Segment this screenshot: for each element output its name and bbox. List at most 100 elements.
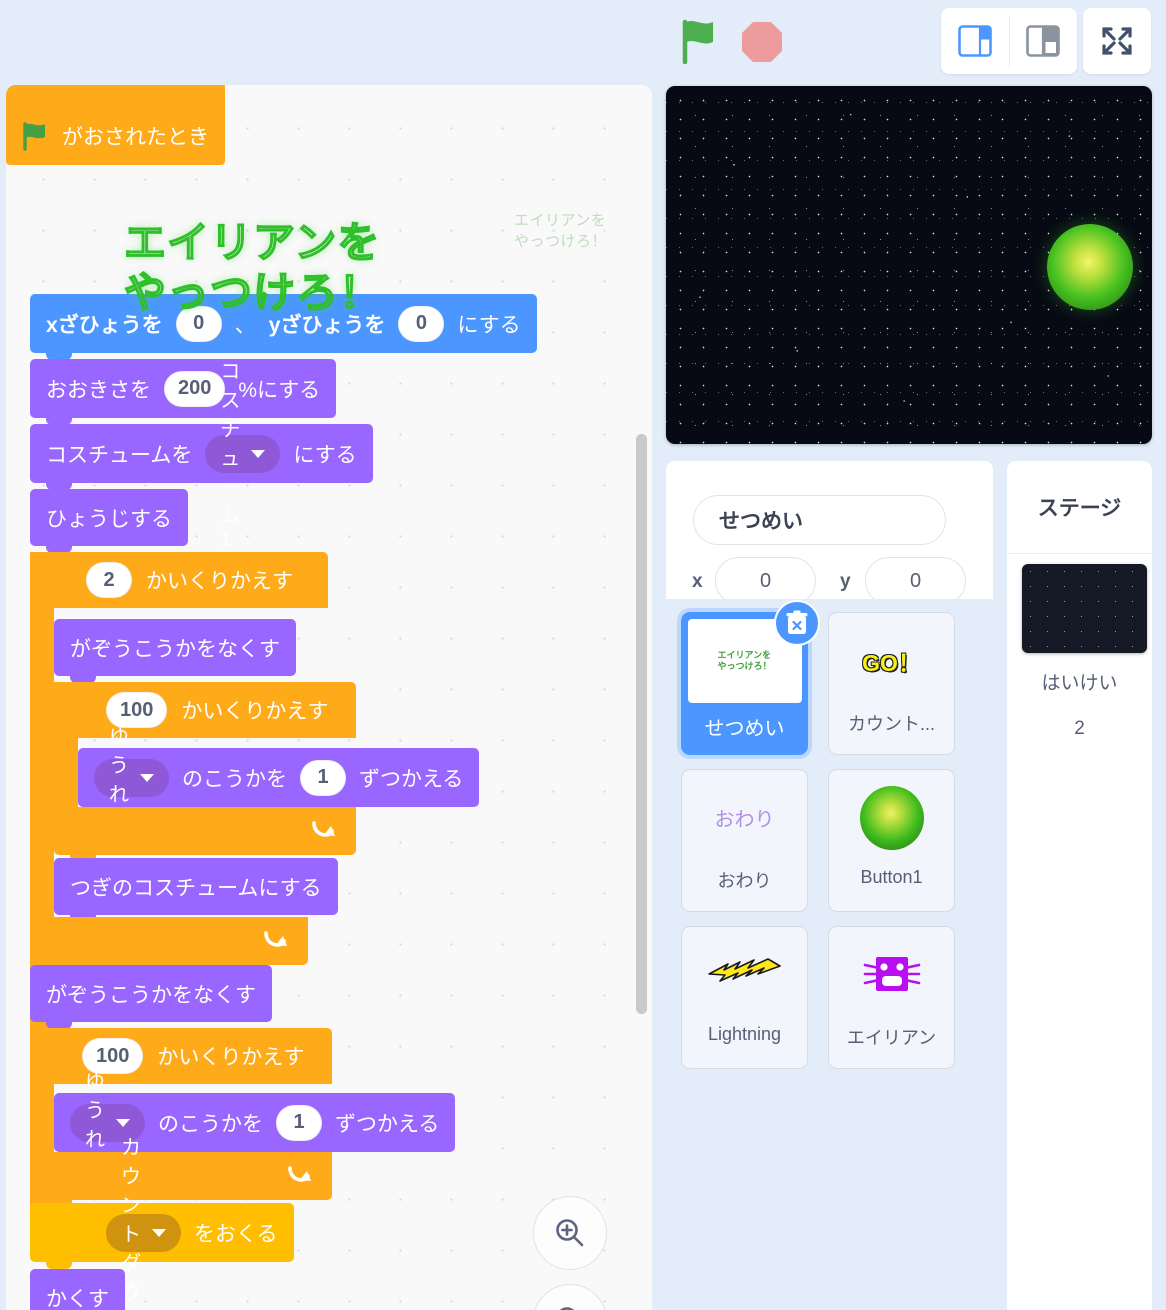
block-change-effect-1[interactable]: ゆうれい のこうかを 1 ずつかえる <box>78 726 480 835</box>
sprite-info-pane: せつめい x 0 y 0 <box>666 461 993 605</box>
stage-panel-title: ステージ <box>1007 461 1152 554</box>
block-script: がおされたとき xざひょうを 0 、 yざひょうを 0 にする おおきさを 20… <box>6 85 537 1310</box>
block-label-suffix: ずつかえる <box>335 1112 440 1136</box>
backdrop-thumbnail[interactable] <box>1022 564 1147 653</box>
block-label: かいくりかえす <box>146 570 293 593</box>
sprite-tile-lightning[interactable]: Lightning <box>681 926 808 1069</box>
backdrop-label: はいけい <box>1041 673 1118 694</box>
block-next-costume[interactable]: つぎのコスチュームにする <box>54 858 338 922</box>
block-label: がぞうこうかをなくす <box>70 637 280 661</box>
block-broadcast[interactable]: カウントダウン をおくる <box>30 1137 294 1304</box>
input-size-value[interactable]: 200 <box>164 370 226 407</box>
block-change-effect-2[interactable]: ゆうれい のこうかを 1 ずつかえる <box>54 1071 456 1180</box>
block-show[interactable]: ひょうじする <box>30 489 188 553</box>
stage-selector-panel: ステージ はいけい 2 <box>1007 461 1152 1310</box>
block-label-prefix: おおきさを <box>46 378 151 402</box>
sprite-list: エイリアンを やっつけろ！ せつめい GO！ カウント... おわり おわり B… <box>666 599 993 1310</box>
sprite-tile-setsumei[interactable]: エイリアンを やっつけろ！ せつめい <box>681 600 820 755</box>
sprite-name-input[interactable]: せつめい <box>693 495 946 545</box>
block-label: がおされたとき <box>62 126 209 149</box>
block-label-mid: のこうかを <box>182 767 287 791</box>
zoom-in-icon[interactable] <box>533 1196 607 1270</box>
sprite-thumbnail: GO！ <box>829 613 954 708</box>
sprite-thumbnail <box>829 770 954 865</box>
block-label: かいくりかえす <box>157 1046 305 1069</box>
input-y-value[interactable]: 0 <box>398 305 445 342</box>
dropdown-effect[interactable]: ゆうれい <box>94 726 169 835</box>
block-repeat-inner-2[interactable]: 100 かいくりかえす <box>30 1028 332 1084</box>
chevron-down-icon <box>152 1228 166 1237</box>
block-label-suffix: をおくる <box>194 1222 278 1246</box>
block-label: かいくりかえす <box>181 700 329 723</box>
workspace-vertical-scrollbar[interactable] <box>636 434 647 1014</box>
green-ball-icon <box>859 785 924 850</box>
block-label-mid: のこうかを <box>158 1112 263 1136</box>
block-label: かくす <box>46 1287 109 1310</box>
thumbnail-text: GO！ <box>862 649 921 676</box>
block-clear-effects-1[interactable]: がぞうこうかをなくす <box>54 619 296 683</box>
loop-arrow-icon <box>264 931 287 947</box>
sprite-panel: せつめい x 0 y 0 エイリアンを やっつけろ！ せつめい GO！ カウント… <box>666 461 993 1310</box>
chevron-down-icon <box>140 773 154 782</box>
block-label: ひょうじする <box>46 507 172 531</box>
backdrop-count: 2 <box>1074 718 1085 739</box>
sprite-tile-countdown[interactable]: GO！ カウント... <box>828 612 955 755</box>
block-repeat-inner-1-bottom[interactable] <box>54 807 356 862</box>
block-label-prefix: コスチュームを <box>46 443 193 467</box>
block-label: つぎのコスチュームにする <box>70 876 322 900</box>
y-coordinate-label: y <box>840 571 851 592</box>
block-repeat-outer-bottom[interactable] <box>30 917 308 972</box>
loop-arrow-icon <box>288 1166 311 1182</box>
sprite-name-label: Lightning <box>707 1024 782 1044</box>
green-flag-icon <box>23 122 45 151</box>
sprite-tile-button1[interactable]: Button1 <box>828 769 955 912</box>
x-coordinate-input[interactable]: 0 <box>715 557 816 605</box>
sprite-thumbnail <box>682 927 807 1022</box>
block-when-flag-clicked[interactable]: がおされたとき <box>6 85 225 165</box>
block-clear-effects-2[interactable]: がぞうこうかをなくす <box>30 965 272 1029</box>
sprite-name-label: せつめい <box>704 718 785 740</box>
block-repeat-inner-1[interactable]: 100 かいくりかえす <box>54 682 356 738</box>
chevron-down-icon <box>251 449 266 458</box>
sprite-tile-owari[interactable]: おわり おわり <box>681 769 808 912</box>
sprite-name-label: エイリアン <box>846 1028 937 1048</box>
layout-button-group <box>941 8 1077 74</box>
thumbnail-text: おわり <box>714 809 775 831</box>
green-ball-sprite[interactable] <box>1047 224 1133 310</box>
fullscreen-icon[interactable] <box>1083 8 1151 74</box>
block-label-suffix: %にする <box>238 378 321 402</box>
fullscreen-button-group <box>1083 8 1151 74</box>
block-label-suffix: にする <box>457 313 521 337</box>
block-repeat-inner-2-bottom[interactable] <box>30 1152 332 1207</box>
sprite-name-label: おわり <box>717 871 772 891</box>
block-repeat-outer[interactable]: 2 かいくりかえす <box>30 552 328 608</box>
block-switch-costume[interactable]: コスチュームを コスチューム1 にする <box>30 361 373 551</box>
small-stage-layout-button[interactable] <box>941 8 1009 74</box>
block-set-size[interactable]: おおきさを 200 %にする <box>30 359 337 425</box>
x-coordinate-label: x <box>692 571 703 592</box>
block-label-suffix: にする <box>293 443 357 467</box>
thumbnail-text: エイリアンを やっつけろ！ <box>717 650 772 671</box>
input-effect-amount[interactable]: 1 <box>300 759 346 796</box>
dropdown-message[interactable]: カウントダウン <box>106 1137 181 1304</box>
large-stage-layout-button[interactable] <box>1010 8 1078 74</box>
dropdown-costume[interactable]: コスチューム1 <box>205 361 281 551</box>
lightning-icon <box>707 957 781 982</box>
delete-trash-icon[interactable] <box>774 600 820 646</box>
block-label: がぞうこうかをなくす <box>46 983 256 1007</box>
chevron-down-icon <box>116 1118 130 1127</box>
green-flag-icon[interactable] <box>678 18 722 65</box>
sprite-thumbnail <box>829 927 954 1022</box>
block-label-suffix: ずつかえる <box>359 767 464 791</box>
workspace-watermark: エイリアンを やっつけろ！ <box>514 212 608 250</box>
loop-arrow-icon <box>312 821 335 837</box>
sprite-name-label: カウント... <box>847 714 935 734</box>
input-repeat-count[interactable]: 2 <box>86 562 132 598</box>
block-hide[interactable]: かくす <box>30 1269 125 1310</box>
stop-sign-icon[interactable] <box>740 20 784 64</box>
y-coordinate-input[interactable]: 0 <box>865 557 966 605</box>
dropdown-value: コスチューム1 <box>220 361 241 551</box>
top-toolbar <box>0 0 1166 82</box>
input-effect-amount[interactable]: 1 <box>276 1104 322 1141</box>
sprite-tile-alien[interactable]: エイリアン <box>828 926 955 1069</box>
